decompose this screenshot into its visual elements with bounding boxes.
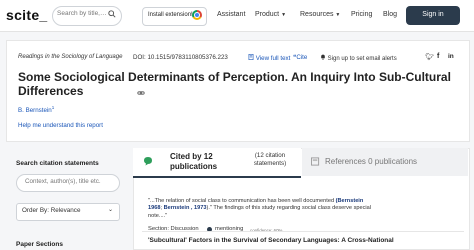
link-icon[interactable] — [137, 89, 145, 97]
cited-by-label: Cited by 12 publications — [170, 152, 218, 171]
email-alerts-link[interactable]: Sign up to set email alerts — [320, 54, 397, 62]
chrome-icon — [192, 10, 202, 20]
nav-link-blog[interactable]: Blog — [383, 11, 397, 18]
citation-ref-link[interactable]: Bernstein , 1973 — [164, 205, 207, 211]
search-citation-statements-heading: Search citation statements — [16, 160, 99, 167]
journal-name[interactable]: Readings in the Sociology of Language — [18, 54, 122, 60]
author-link[interactable]: B. Bernstein1 — [18, 105, 54, 114]
author-affiliation-number: 1 — [51, 105, 55, 110]
view-full-text-label: View full text — [255, 55, 291, 62]
author-name: B. Bernstein — [18, 107, 52, 115]
nav-link-assistant[interactable]: Assistant — [217, 11, 245, 18]
nav-link-resources[interactable]: Resources ▼ — [300, 11, 340, 18]
scite-logo[interactable]: scite_ — [6, 7, 48, 23]
citing-paper-title[interactable]: 'Subcultural' Factors in the Survival of… — [148, 237, 394, 244]
doi-text: DOI: 10.1515/9783110805376.223 — [133, 54, 228, 61]
paper-title: Some Sociological Determinants of Percep… — [18, 70, 451, 98]
snippet-text: "...The relation of social class to comm… — [148, 198, 336, 204]
help-understand-report-link[interactable]: Help me understand this report — [18, 122, 103, 129]
email-alerts-label: Sign up to set email alerts — [327, 56, 397, 62]
citation-search-placeholder: Context, author(s), title etc. — [25, 178, 101, 185]
sign-in-label: Sign in — [422, 11, 444, 18]
cite-button[interactable]: ❝Cite — [293, 54, 307, 61]
citation-snippet: "...The relation of social class to comm… — [148, 198, 378, 220]
chevron-down-icon: ▼ — [335, 12, 341, 18]
search-placeholder: Search by title,… — [57, 10, 107, 17]
linkedin-icon[interactable]: in — [448, 53, 454, 60]
order-by-label: Order By: Relevance — [22, 207, 81, 214]
bell-icon — [321, 54, 325, 60]
references-label: References 0 publications — [325, 157, 418, 166]
divider — [142, 231, 464, 232]
citation-statements-count: (12 citation statements) — [253, 152, 287, 167]
paper-sections-heading: Paper Sections — [16, 241, 63, 248]
speech-bubble-icon — [144, 157, 152, 166]
chevron-down-icon: ▼ — [281, 12, 287, 18]
facebook-icon[interactable]: f — [437, 53, 439, 60]
view-full-text-link[interactable]: View full text — [248, 54, 290, 62]
install-extension-label: Install extension! — [148, 12, 193, 18]
nav-link-resources-label: Resources — [300, 11, 334, 18]
references-icon — [311, 157, 320, 166]
cite-label: Cite — [296, 54, 308, 61]
nav-link-pricing[interactable]: Pricing — [351, 11, 372, 18]
twitter-icon[interactable]: 🐦︎ — [425, 53, 434, 61]
search-icon[interactable] — [108, 10, 116, 18]
chevron-down-icon: ⌄ — [108, 207, 114, 213]
document-icon — [248, 54, 254, 60]
nav-link-product[interactable]: Product ▼ — [255, 11, 286, 18]
cited-by-count: Cited by 12 publications — [170, 152, 236, 172]
nav-link-product-label: Product — [255, 11, 280, 18]
